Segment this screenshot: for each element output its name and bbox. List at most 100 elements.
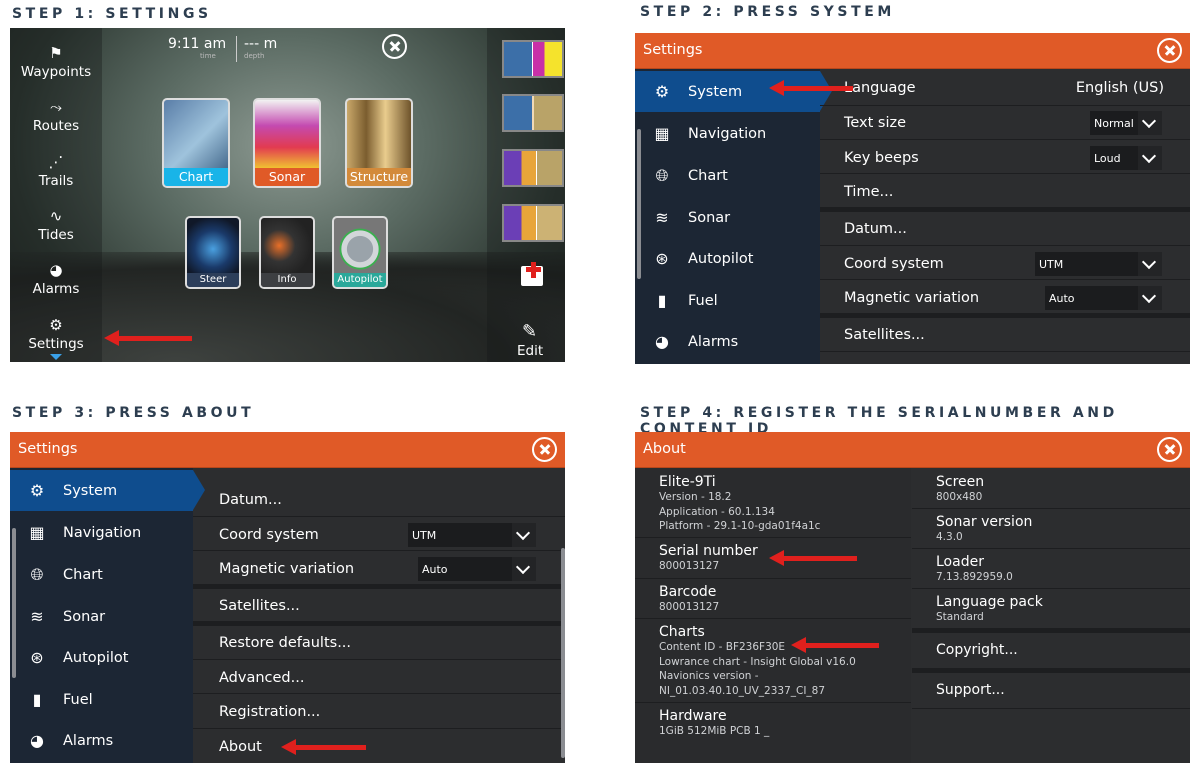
settings-sidebar: ⚙ System ▦ Navigation 🌐︎ Chart ≋ Sonar ⊛ Auto… [10, 468, 205, 763]
app-autopilot[interactable]: Autopilot [332, 216, 388, 289]
red-arrow-about [281, 739, 366, 755]
navigation-icon: ▦ [654, 124, 670, 143]
charts-info: Charts Content ID - BF236F30E Lowrance c… [659, 624, 856, 697]
sidebar-item-system[interactable]: ⚙ System [10, 470, 205, 511]
step-2-title: STEP 2: PRESS SYSTEM [640, 4, 895, 20]
list-scrollbar[interactable] [561, 548, 565, 758]
satellites-button[interactable]: Satellites... [844, 327, 925, 343]
app-label: Chart [164, 168, 228, 186]
app-label: Info [261, 273, 313, 287]
datum-button[interactable]: Datum... [219, 492, 282, 508]
chevron-down-icon [50, 354, 62, 360]
about-button[interactable]: About [219, 739, 262, 755]
app-label: Steer [187, 273, 239, 287]
fuel-icon: ▮ [32, 690, 42, 709]
close-icon[interactable] [1157, 437, 1182, 462]
sidebar-scrollbar[interactable] [637, 129, 641, 279]
loader-info: Loader 7.13.892959.0 [936, 554, 1013, 583]
sidebar-item-autopilot[interactable]: ⊛ Autopilot [10, 637, 193, 678]
wrench-icon[interactable]: ✎ [522, 321, 537, 342]
app-label: Autopilot [334, 273, 386, 287]
coord-system-dropdown[interactable]: UTM [408, 523, 536, 547]
favorite-page-4[interactable] [502, 204, 564, 242]
settings-title: Settings [18, 441, 78, 457]
copyright-button[interactable]: Copyright... [936, 642, 1018, 658]
sidebar-item-navigation[interactable]: ▦ Navigation [635, 113, 820, 154]
close-icon[interactable] [532, 437, 557, 462]
datum-button[interactable]: Datum... [844, 221, 907, 237]
globe-icon: 🌐︎ [655, 165, 669, 185]
system-settings-list: Datum... Coord system UTM Magnetic varia… [193, 468, 565, 763]
favorite-page-1[interactable] [502, 40, 564, 78]
chevron-down-icon [1138, 286, 1162, 310]
sidebar-item-navigation[interactable]: ▦ Navigation [10, 512, 193, 553]
time-label: time [200, 52, 216, 60]
time-readout: 9:11 am [168, 36, 227, 52]
close-icon[interactable] [1157, 38, 1182, 63]
text-size-dropdown[interactable]: Normal [1090, 111, 1162, 135]
waypoint-icon: ⚑ [49, 44, 63, 62]
sidebar-item-system[interactable]: ⚙ System [635, 71, 832, 112]
nav-routes[interactable]: ⤳ Routes [10, 96, 102, 134]
settings-header: Settings [635, 33, 1190, 69]
sidebar-item-sonar[interactable]: ≋ Sonar [635, 197, 820, 238]
coord-system-label: Coord system [844, 256, 944, 272]
magnetic-variation-dropdown[interactable]: Auto [418, 557, 536, 581]
about-left-column: Elite-9Ti Version - 18.2 Application - 6… [635, 468, 911, 763]
sidebar-item-sonar[interactable]: ≋ Sonar [10, 596, 193, 637]
language-pack-info: Language pack Standard [936, 594, 1043, 623]
home-right-panel: ✎ Edit [487, 28, 565, 362]
satellites-button[interactable]: Satellites... [219, 598, 300, 614]
add-page-icon[interactable] [521, 262, 543, 286]
language-label[interactable]: Language [844, 80, 916, 96]
chevron-down-icon [1138, 111, 1162, 135]
magnetic-variation-label: Magnetic variation [219, 561, 355, 577]
nav-settings[interactable]: ⚙ Settings [10, 314, 102, 352]
language-value[interactable]: English (US) [1076, 80, 1164, 96]
nav-waypoints[interactable]: ⚑ Waypoints [10, 42, 102, 80]
text-size-label: Text size [844, 115, 907, 131]
system-settings-list: Language English (US) Text size Normal K… [820, 69, 1190, 364]
sidebar-item-chart[interactable]: 🌐︎ Chart [635, 155, 820, 196]
coord-system-dropdown[interactable]: UTM [1035, 252, 1162, 276]
nav-alarms[interactable]: ◕ Alarms [10, 259, 102, 297]
app-chart[interactable]: Chart [162, 98, 230, 188]
serial-number-info: Serial number 800013127 [659, 543, 758, 572]
support-button[interactable]: Support... [936, 682, 1005, 698]
chevron-down-icon [512, 523, 536, 547]
favorite-page-3[interactable] [502, 149, 564, 187]
route-icon: ⤳ [49, 98, 62, 116]
close-icon[interactable] [382, 34, 407, 59]
app-sonar[interactable]: Sonar [253, 98, 321, 188]
device-info: Elite-9Ti Version - 18.2 Application - 6… [659, 474, 821, 532]
sidebar-item-fuel[interactable]: ▮ Fuel [10, 679, 193, 720]
favorite-page-2[interactable] [502, 94, 564, 132]
nav-tides[interactable]: ∿ Tides [10, 205, 102, 243]
magnetic-variation-dropdown[interactable]: Auto [1045, 286, 1162, 310]
sidebar-item-autopilot[interactable]: ⊛ Autopilot [635, 238, 820, 279]
app-steer[interactable]: Steer [185, 216, 241, 289]
sidebar-item-alarms[interactable]: ◕ Alarms [635, 321, 820, 362]
restore-defaults-button[interactable]: Restore defaults... [219, 635, 351, 651]
advanced-button[interactable]: Advanced... [219, 670, 304, 686]
red-arrow-system [769, 80, 853, 96]
registration-button[interactable]: Registration... [219, 704, 320, 720]
coord-system-label: Coord system [219, 527, 319, 543]
sidebar-scrollbar[interactable] [12, 528, 16, 678]
step-1-title: STEP 1: SETTINGS [12, 6, 212, 22]
chevron-down-icon [1138, 146, 1162, 170]
trail-icon: ⋰ [48, 153, 64, 171]
app-structure[interactable]: Structure [345, 98, 413, 188]
edit-button[interactable]: Edit [517, 343, 543, 359]
time-settings-button[interactable]: Time... [844, 184, 893, 200]
sidebar-item-fuel[interactable]: ▮ Fuel [635, 280, 820, 321]
status-divider [236, 36, 237, 62]
nav-trails[interactable]: ⋰ Trails [10, 151, 102, 189]
alarm-icon: ◕ [49, 261, 63, 279]
step-3-title: STEP 3: PRESS ABOUT [12, 405, 255, 421]
sidebar-item-alarms[interactable]: ◕ Alarms [10, 720, 193, 761]
sidebar-item-chart[interactable]: 🌐︎ Chart [10, 554, 193, 595]
settings-sidebar: ⚙ System ▦ Navigation 🌐︎ Chart ≋ Sonar ⊛ Auto… [635, 69, 832, 364]
key-beeps-dropdown[interactable]: Loud [1090, 146, 1162, 170]
app-info[interactable]: Info [259, 216, 315, 289]
